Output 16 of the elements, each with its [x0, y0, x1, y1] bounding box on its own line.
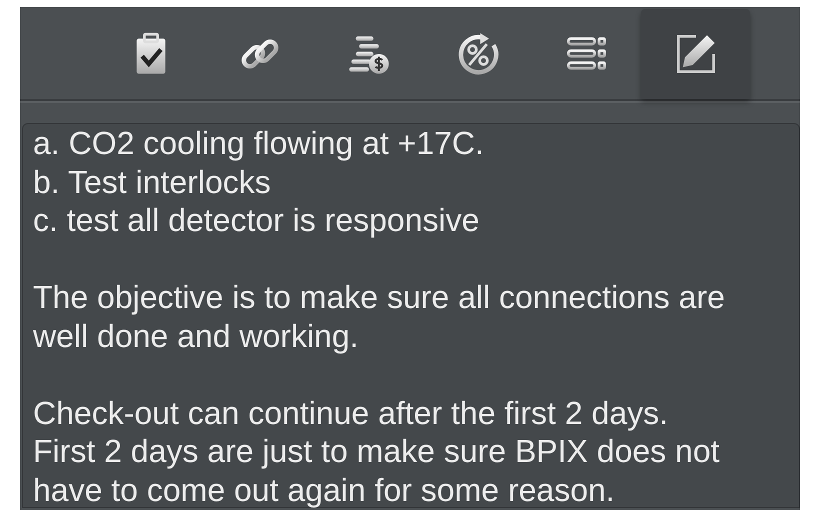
percent-cycle-icon: [458, 33, 498, 74]
notes-area[interactable]: [22, 123, 800, 508]
clipboard-check-icon: [136, 32, 165, 74]
list-icon: [566, 37, 606, 70]
note-line: c. test all detector is responsive: [33, 201, 480, 240]
note-line: Check-out can continue after the first 2 days.: [33, 394, 669, 432]
chain-link-icon: [238, 37, 280, 71]
note-line: have to come out again for some reason.: [33, 470, 616, 509]
note-line: well done and working.: [33, 316, 360, 355]
toolbar-tab[interactable]: [641, 9, 750, 99]
note-line: b. Test interlocks: [33, 162, 272, 201]
note-line: First 2 days are just to make sure BPIX does not: [33, 432, 721, 470]
pencil-edit-icon: [676, 35, 714, 73]
note-line: a. CO2 cooling flowing at +17C.: [33, 124, 485, 162]
coin-stack-icon: [348, 36, 388, 74]
note-line: The objective is to make sure all connections are: [33, 278, 726, 316]
